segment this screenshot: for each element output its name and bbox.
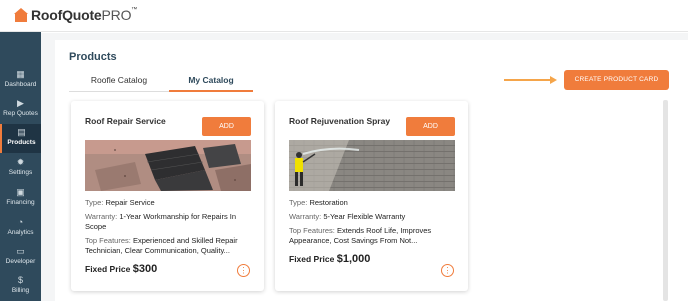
pie-chart-icon: ◔	[17, 217, 24, 227]
terminal-icon: ▭	[16, 246, 25, 256]
product-type: Type: Restoration	[289, 198, 348, 207]
page-title: Products	[69, 51, 117, 63]
sidebar-item-dashboard[interactable]: ▦ Dashboard	[0, 66, 41, 95]
dollar-icon: $	[17, 275, 23, 285]
scrollbar[interactable]	[663, 100, 668, 301]
create-product-card-button[interactable]: CREATE PRODUCT CARD	[564, 70, 669, 90]
tab-roofle-catalog[interactable]: Roofle Catalog	[69, 72, 169, 92]
gear-icon: ✹	[16, 157, 25, 167]
roof-repair-image	[85, 140, 251, 191]
product-features: Top Features: Experienced and Skilled Re…	[85, 236, 238, 255]
product-features: Top Features: Extends Roof Life, Improve…	[289, 226, 432, 245]
sidebar-item-billing[interactable]: $ Billing	[0, 272, 41, 301]
product-warranty: Warranty: 1-Year Workmanship for Repairs…	[85, 212, 237, 231]
sidebar-item-products[interactable]: ▤ Products	[0, 124, 41, 153]
sidebar-item-financing[interactable]: ▣ Financing	[0, 184, 41, 213]
more-options-icon[interactable]: ⋮	[237, 264, 250, 277]
more-options-icon[interactable]: ⋮	[441, 264, 454, 277]
sidebar-item-developer[interactable]: ▭ Developer	[0, 243, 41, 272]
product-card: Roof Repair Service ADD Type: Repair Ser…	[71, 101, 264, 291]
product-title: Roof Rejuvenation Spray	[289, 116, 391, 126]
add-button[interactable]: ADD	[406, 117, 455, 136]
arrow-head-icon	[550, 76, 557, 84]
product-price: Fixed Price $300	[85, 263, 158, 275]
product-card: Roof Rejuvenation Spray ADD Type: Restor…	[275, 101, 468, 291]
sidebar-item-analytics[interactable]: ◔ Analytics	[0, 214, 41, 243]
sidebar: ▦ Dashboard ▶ Rep Quotes ▤ Products ✹ Se…	[0, 32, 41, 301]
product-warranty: Warranty: 5-Year Flexible Warranty	[289, 212, 406, 221]
sidebar-item-settings[interactable]: ✹ Settings	[0, 154, 41, 183]
calendar-icon: ▣	[16, 187, 25, 197]
product-title: Roof Repair Service	[85, 116, 166, 126]
play-circle-icon: ▶	[17, 98, 24, 108]
logo-text: RoofQuotePRO™	[31, 7, 138, 23]
tab-my-catalog[interactable]: My Catalog	[169, 72, 253, 92]
roof-spray-image	[289, 140, 455, 191]
products-icon: ▤	[17, 127, 26, 137]
product-price: Fixed Price $1,000	[289, 253, 371, 265]
arrow-pointer-icon	[504, 79, 552, 81]
dashboard-icon: ▦	[16, 69, 25, 79]
roofquote-logo[interactable]: RoofQuotePRO™	[14, 7, 137, 23]
sidebar-item-rep-quotes[interactable]: ▶ Rep Quotes	[0, 95, 41, 124]
house-icon	[14, 8, 28, 22]
top-bar: RoofQuotePRO™	[0, 0, 688, 32]
add-button[interactable]: ADD	[202, 117, 251, 136]
product-type: Type: Repair Service	[85, 198, 155, 207]
